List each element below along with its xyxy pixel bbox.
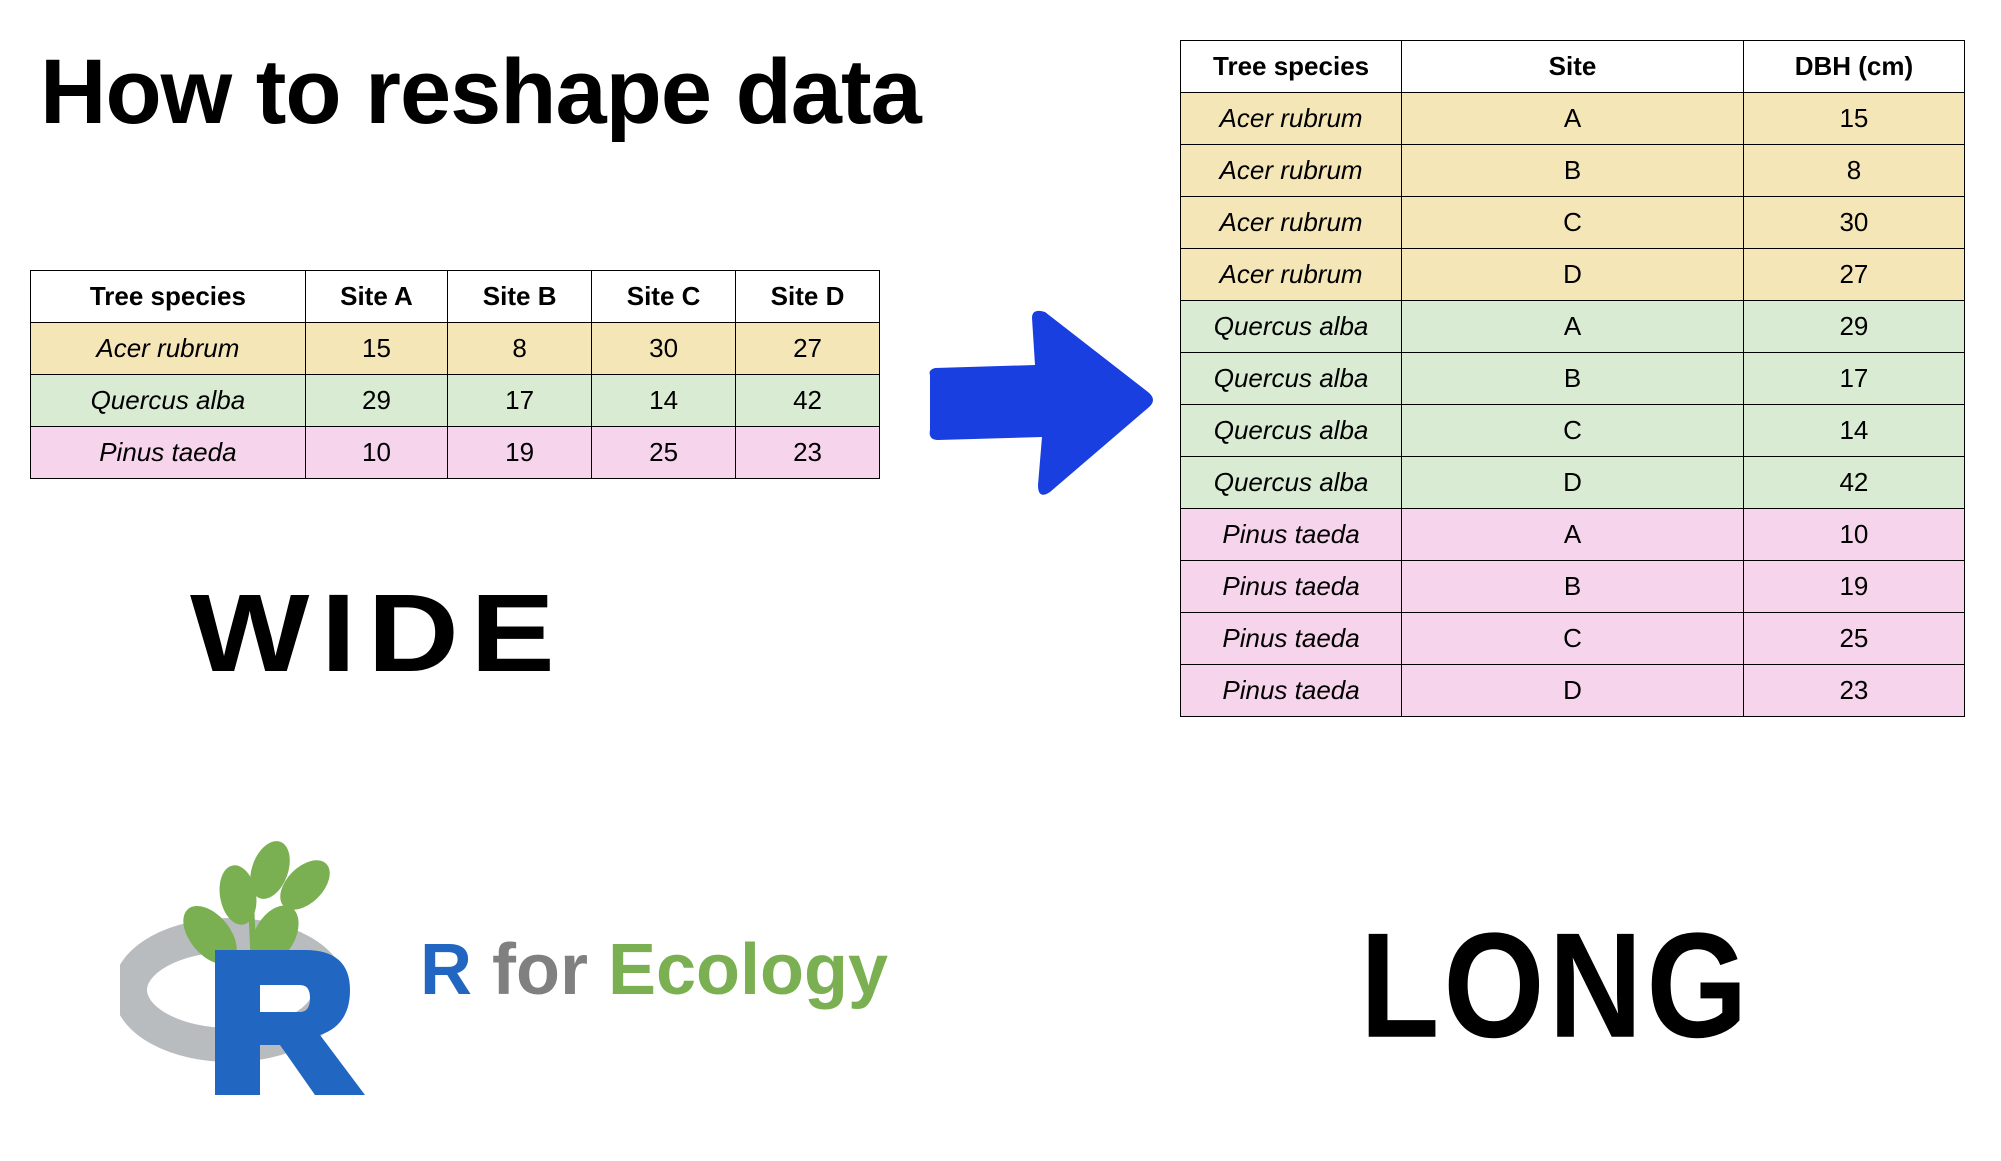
species-cell: Quercus alba [1181,353,1402,405]
value-cell: 27 [736,323,880,375]
value-cell: 19 [1743,561,1964,613]
page-title: How to reshape data [40,40,921,145]
col-header: Tree species [1181,41,1402,93]
table-row: Quercus albaA29 [1181,301,1965,353]
brand-logo-area: R for Ecology [120,840,888,1100]
long-format-table: Tree species Site DBH (cm) Acer rubrumA1… [1180,40,1965,717]
table-row: Pinus taedaC25 [1181,613,1965,665]
brand-for: for [472,930,608,1010]
value-cell: 15 [305,323,447,375]
site-cell: C [1402,405,1744,457]
table-row: Acer rubrumD27 [1181,249,1965,301]
col-header: DBH (cm) [1743,41,1964,93]
value-cell: 17 [448,375,592,427]
species-cell: Acer rubrum [31,323,306,375]
table-row: Pinus taeda10192523 [31,427,880,479]
value-cell: 17 [1743,353,1964,405]
value-cell: 25 [1743,613,1964,665]
species-cell: Pinus taeda [1181,561,1402,613]
site-cell: B [1402,145,1744,197]
species-cell: Quercus alba [1181,457,1402,509]
value-cell: 14 [592,375,736,427]
value-cell: 14 [1743,405,1964,457]
col-header: Site B [448,271,592,323]
table-row: Pinus taedaD23 [1181,665,1965,717]
col-header: Site [1402,41,1744,93]
col-header: Site D [736,271,880,323]
value-cell: 27 [1743,249,1964,301]
value-cell: 42 [1743,457,1964,509]
long-label: LONG [1360,899,1752,1072]
species-cell: Quercus alba [31,375,306,427]
value-cell: 30 [592,323,736,375]
value-cell: 23 [736,427,880,479]
site-cell: D [1402,665,1744,717]
site-cell: B [1402,561,1744,613]
brand-text: R for Ecology [420,929,888,1011]
brand-r: R [420,930,472,1010]
species-cell: Acer rubrum [1181,197,1402,249]
site-cell: A [1402,301,1744,353]
wide-label: WIDE [190,570,566,697]
value-cell: 30 [1743,197,1964,249]
value-cell: 10 [305,427,447,479]
species-cell: Quercus alba [1181,405,1402,457]
site-cell: C [1402,197,1744,249]
long-table-body: Acer rubrumA15Acer rubrumB8Acer rubrumC3… [1181,93,1965,717]
r-ecology-logo-icon [120,840,380,1100]
value-cell: 15 [1743,93,1964,145]
value-cell: 23 [1743,665,1964,717]
table-row: Acer rubrumB8 [1181,145,1965,197]
value-cell: 8 [448,323,592,375]
table-row: Pinus taedaA10 [1181,509,1965,561]
site-cell: B [1402,353,1744,405]
site-cell: D [1402,457,1744,509]
site-cell: A [1402,509,1744,561]
table-header-row: Tree species Site DBH (cm) [1181,41,1965,93]
brand-eco: Ecology [608,930,888,1010]
site-cell: D [1402,249,1744,301]
col-header: Tree species [31,271,306,323]
value-cell: 19 [448,427,592,479]
table-row: Quercus albaB17 [1181,353,1965,405]
table-row: Acer rubrum1583027 [31,323,880,375]
table-row: Pinus taedaB19 [1181,561,1965,613]
arrow-icon [920,300,1160,500]
value-cell: 29 [1743,301,1964,353]
table-row: Acer rubrumC30 [1181,197,1965,249]
species-cell: Pinus taeda [31,427,306,479]
species-cell: Pinus taeda [1181,613,1402,665]
site-cell: A [1402,93,1744,145]
value-cell: 8 [1743,145,1964,197]
value-cell: 10 [1743,509,1964,561]
value-cell: 29 [305,375,447,427]
species-cell: Acer rubrum [1181,145,1402,197]
site-cell: C [1402,613,1744,665]
col-header: Site A [305,271,447,323]
value-cell: 42 [736,375,880,427]
value-cell: 25 [592,427,736,479]
table-row: Quercus albaC14 [1181,405,1965,457]
table-row: Quercus albaD42 [1181,457,1965,509]
col-header: Site C [592,271,736,323]
species-cell: Acer rubrum [1181,93,1402,145]
species-cell: Quercus alba [1181,301,1402,353]
species-cell: Acer rubrum [1181,249,1402,301]
table-header-row: Tree species Site A Site B Site C Site D [31,271,880,323]
species-cell: Pinus taeda [1181,665,1402,717]
species-cell: Pinus taeda [1181,509,1402,561]
wide-table-body: Acer rubrum1583027Quercus alba29171442Pi… [31,323,880,479]
table-row: Quercus alba29171442 [31,375,880,427]
table-row: Acer rubrumA15 [1181,93,1965,145]
wide-format-table: Tree species Site A Site B Site C Site D… [30,270,880,479]
